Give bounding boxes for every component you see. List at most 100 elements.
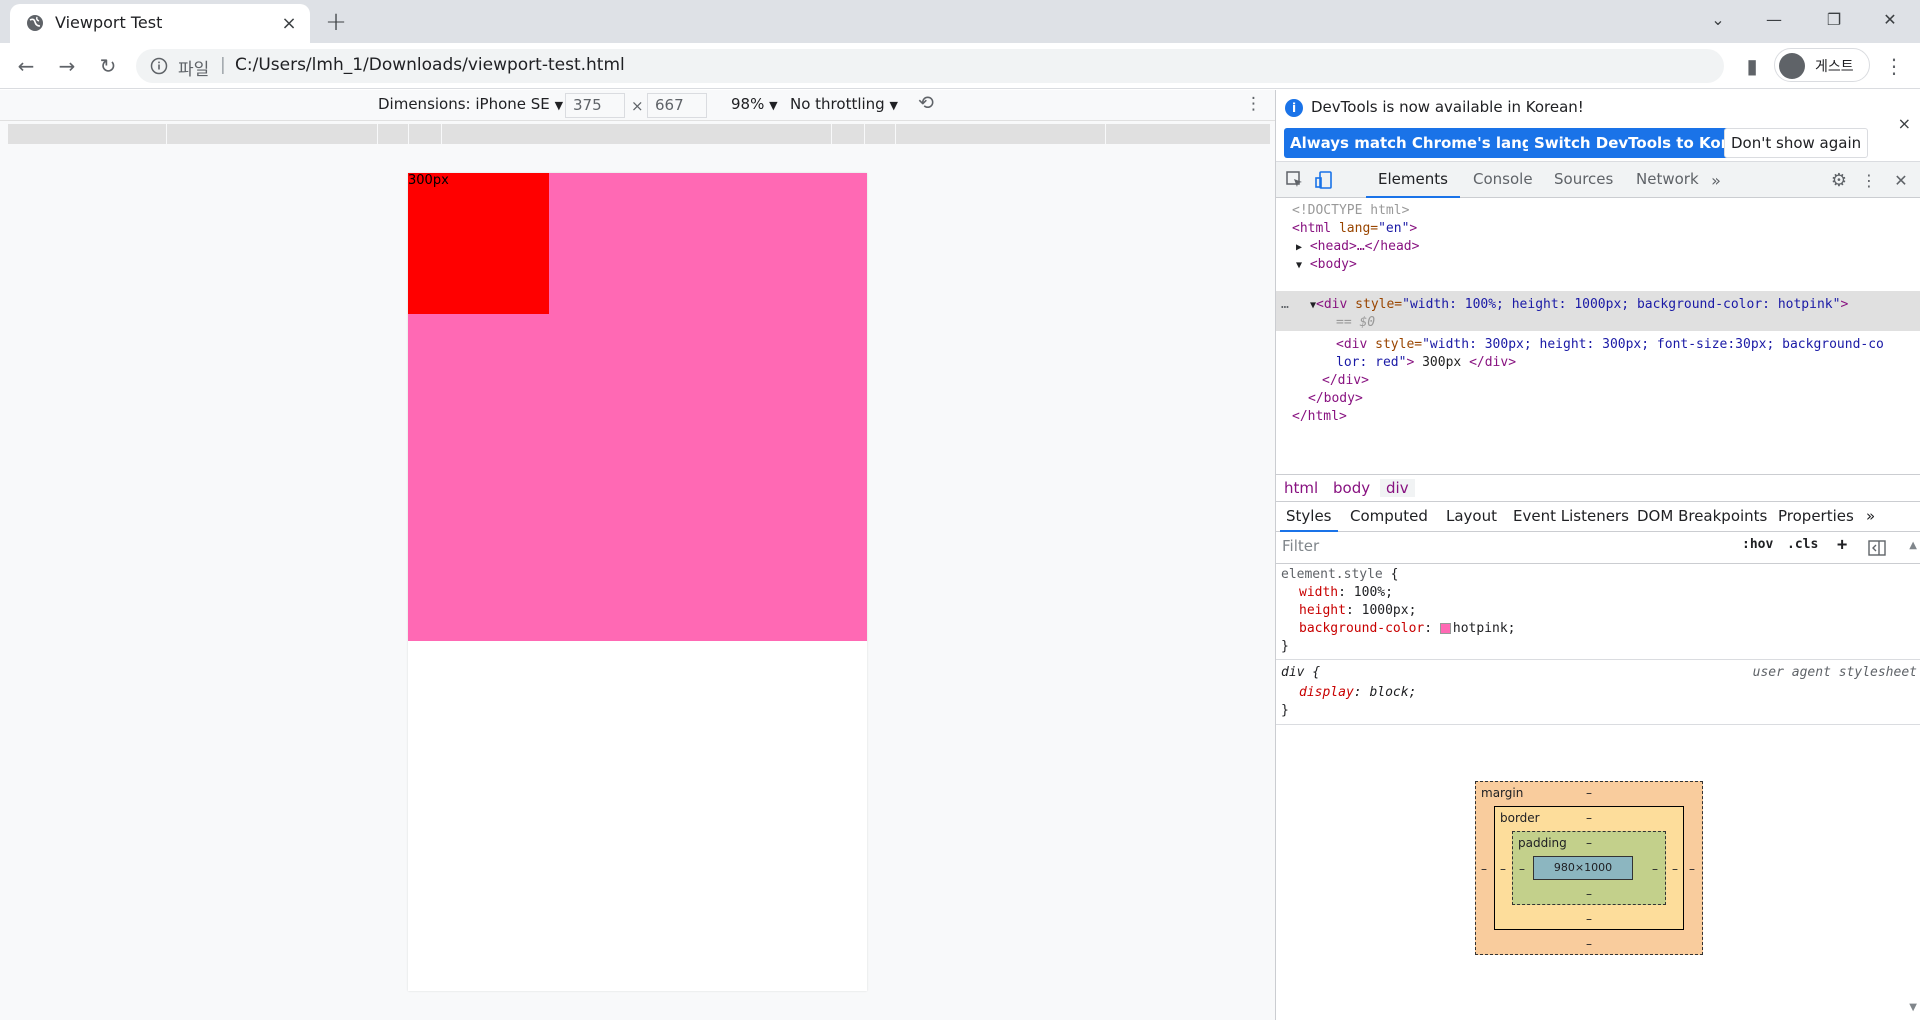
dom-tree[interactable]: <!DOCTYPE html> <html lang="en"> ▶ <head… <box>1276 198 1920 474</box>
forward-icon[interactable]: → <box>53 52 81 80</box>
tab-title: Viewport Test <box>55 13 163 32</box>
restore-icon[interactable]: ❐ <box>1806 0 1862 38</box>
subtab-more-icon[interactable]: » <box>1866 502 1875 532</box>
collapse-triangle-icon[interactable]: ▼ <box>1296 260 1302 271</box>
red-box[interactable]: 300px <box>408 173 549 314</box>
tab-network[interactable]: Network <box>1630 162 1705 198</box>
subtab-styles[interactable]: Styles <box>1280 502 1338 532</box>
color-swatch[interactable] <box>1439 623 1451 634</box>
dropdown-arrow-icon: ▼ <box>889 99 898 112</box>
url-separator: | <box>220 55 226 75</box>
padding-bottom-value[interactable]: – <box>1586 887 1592 901</box>
emulated-device-screen[interactable]: 300px <box>408 173 867 991</box>
devtools-menu-icon[interactable]: ⋮ <box>1859 170 1879 190</box>
address-bar[interactable]: 파일 | C:/Users/lmh_1/Downloads/viewport-t… <box>136 49 1724 83</box>
subtab-properties[interactable]: Properties <box>1778 502 1854 532</box>
infobar-close-icon[interactable]: × <box>1898 114 1911 133</box>
subtab-dom-breakpoints[interactable]: DOM Breakpoints <box>1637 502 1767 532</box>
div-rule[interactable]: div { <box>1281 664 1320 682</box>
reload-icon[interactable]: ↻ <box>94 52 122 80</box>
url-text[interactable]: C:/Users/lmh_1/Downloads/viewport-test.h… <box>235 55 625 75</box>
styles-subtabbar: Styles Computed Layout Event Listeners D… <box>1276 502 1920 532</box>
prop-width[interactable]: width: 100%; <box>1299 584 1393 602</box>
cls-toggle[interactable]: .cls <box>1787 537 1818 552</box>
zoom-dropdown[interactable]: 98% ▼ <box>731 95 778 113</box>
new-rule-icon[interactable]: + <box>1837 535 1847 555</box>
back-icon[interactable]: ← <box>12 52 40 80</box>
dont-show-again-button[interactable]: Don't show again <box>1724 128 1869 158</box>
times-sign: × <box>631 97 644 115</box>
border-bottom-value[interactable]: – <box>1586 912 1592 926</box>
margin-bottom-value[interactable]: – <box>1586 937 1592 951</box>
tab-search-icon[interactable]: ⌄ <box>1690 0 1746 38</box>
subtab-layout[interactable]: Layout <box>1446 502 1497 532</box>
chrome-menu-icon[interactable]: ⋮ <box>1880 52 1908 80</box>
box-model-content[interactable]: 980×1000 <box>1533 856 1633 880</box>
dom-head-tag: <head>…</head> <box>1309 239 1420 254</box>
prop-name: width <box>1299 585 1339 600</box>
prop-background-color[interactable]: background-color: hotpink; <box>1299 620 1516 638</box>
subtab-computed[interactable]: Computed <box>1350 502 1428 532</box>
ruler-tick <box>831 124 832 144</box>
info-icon[interactable] <box>150 57 168 75</box>
more-tabs-icon[interactable]: » <box>1706 170 1726 190</box>
margin-top-value[interactable]: – <box>1586 786 1592 800</box>
devtools-close-icon[interactable]: ✕ <box>1891 170 1911 190</box>
breadcrumb-body[interactable]: body <box>1333 479 1370 497</box>
browser-toolbar: ← → ↻ 파일 | C:/Users/lmh_1/Downloads/view… <box>0 43 1920 89</box>
padding-left-value[interactable]: – <box>1519 862 1525 876</box>
new-tab-button[interactable]: + <box>322 7 350 37</box>
padding-top-value[interactable]: – <box>1586 836 1592 850</box>
border-right-value[interactable]: – <box>1672 862 1678 876</box>
hov-toggle[interactable]: :hov <box>1742 537 1773 552</box>
tab-close-icon[interactable]: × <box>278 12 300 34</box>
border-top-value[interactable]: – <box>1586 811 1592 825</box>
media-query-ruler[interactable] <box>8 124 1270 144</box>
dom-html-close[interactable]: </html> <box>1292 406 1347 427</box>
dom-ellipsis-icon[interactable]: … <box>1281 294 1289 315</box>
dropdown-arrow-icon: ▼ <box>554 99 564 112</box>
subtab-event-listeners[interactable]: Event Listeners <box>1513 502 1629 532</box>
margin-right-value[interactable]: – <box>1689 862 1695 876</box>
side-panel-icon[interactable]: ▮ <box>1738 52 1766 80</box>
filter-input[interactable]: Filter <box>1282 537 1732 559</box>
dom-inner-div-val-1: "width: 300px; height: 300px; font-size:… <box>1422 337 1884 352</box>
dimensions-dropdown[interactable]: Dimensions: iPhone SE ▼ <box>378 95 563 113</box>
prop-height[interactable]: height: 1000px; <box>1299 602 1416 620</box>
breadcrumb-html[interactable]: html <box>1284 479 1318 497</box>
breadcrumb-div[interactable]: div <box>1380 479 1415 497</box>
device-toggle-icon[interactable] <box>1314 170 1334 190</box>
window-close-icon[interactable]: ✕ <box>1862 0 1918 38</box>
dropdown-arrow-icon: ▼ <box>769 99 778 112</box>
tab-sources[interactable]: Sources <box>1548 162 1619 198</box>
rotate-icon[interactable]: ⟲ <box>918 92 934 114</box>
tab-console[interactable]: Console <box>1467 162 1539 198</box>
dom-div-attr: style= <box>1347 297 1403 312</box>
toggle-sidebar-icon[interactable] <box>1868 540 1886 556</box>
profile-label: 게스트 <box>1815 59 1854 75</box>
height-input[interactable]: 667 <box>647 93 707 118</box>
hotpink-div[interactable]: 300px <box>408 173 867 641</box>
settings-gear-icon[interactable]: ⚙ <box>1829 170 1849 191</box>
dom-html-bracket: > <box>1409 221 1418 236</box>
element-style-rule[interactable]: element.style { <box>1281 566 1398 584</box>
margin-left-value[interactable]: – <box>1481 862 1487 876</box>
dimensions-label: Dimensions: iPhone SE <box>378 95 550 113</box>
scroll-down-icon[interactable]: ▼ <box>1909 1002 1917 1013</box>
throttling-dropdown[interactable]: No throttling ▼ <box>790 95 898 113</box>
tab-elements[interactable]: Elements <box>1366 162 1460 198</box>
browser-tab[interactable]: Viewport Test × <box>10 4 310 43</box>
inspect-element-icon[interactable] <box>1285 170 1305 190</box>
scroll-up-icon[interactable]: ▲ <box>1909 540 1917 551</box>
minimize-icon[interactable]: — <box>1746 0 1802 38</box>
profile-button[interactable]: 게스트 <box>1774 48 1870 82</box>
device-more-icon[interactable]: ⋮ <box>1245 94 1262 114</box>
dom-div-open[interactable]: ▼<div style="width: 100%; height: 1000px… <box>1310 294 1848 315</box>
dom-body-open[interactable]: ▼ <body> <box>1296 254 1357 275</box>
border-left-value[interactable]: – <box>1500 862 1506 876</box>
padding-right-value[interactable]: – <box>1652 862 1658 876</box>
prop-name: display <box>1299 685 1354 700</box>
width-input[interactable]: 375 <box>565 93 625 118</box>
url-scheme: 파일 <box>178 60 210 80</box>
expand-triangle-icon[interactable]: ▶ <box>1296 242 1302 253</box>
